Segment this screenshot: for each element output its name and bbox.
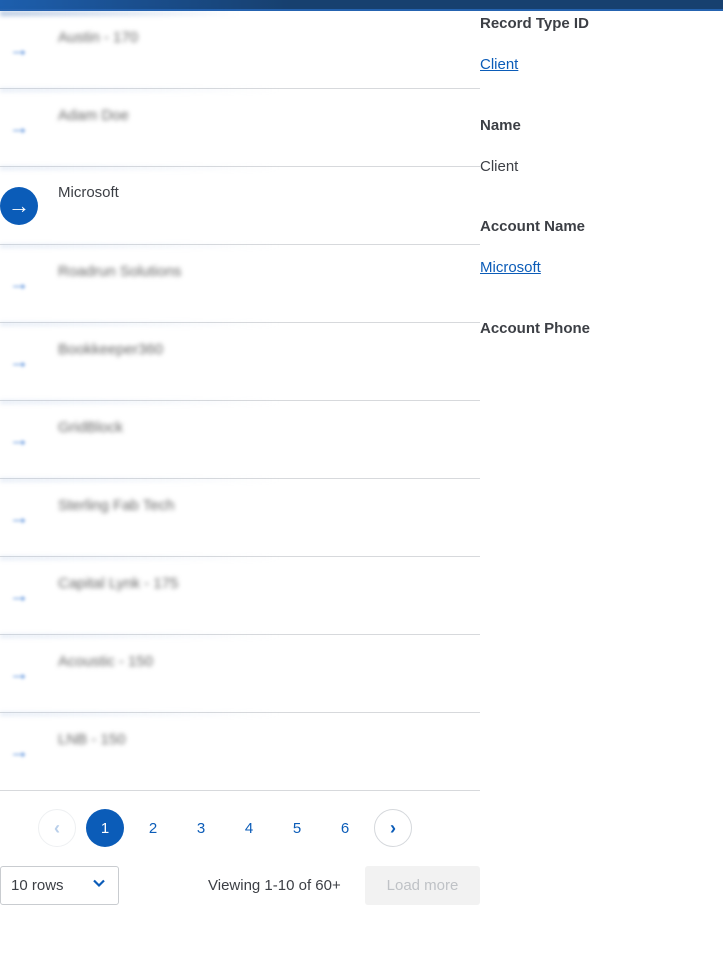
list-item[interactable]: → Roadrun Solutions <box>0 245 480 326</box>
account-name-link[interactable]: Microsoft <box>480 259 541 276</box>
rows-per-page-select[interactable]: 10 rows <box>0 866 119 905</box>
page-button-3[interactable]: 3 <box>182 809 220 847</box>
rows-per-page-value: 10 rows <box>11 877 64 894</box>
page-button-2[interactable]: 2 <box>134 809 172 847</box>
list-item-name: Adam Doe <box>58 107 129 124</box>
field-label-account-name: Account Name <box>480 218 586 235</box>
arrow-right-icon[interactable]: → <box>8 117 30 139</box>
field-label-account-phone: Account Phone <box>480 320 591 337</box>
chevron-right-icon: › <box>390 817 396 838</box>
arrow-right-icon[interactable]: → <box>8 507 30 529</box>
arrow-right-icon[interactable]: → <box>8 273 30 295</box>
field-label-name: Name <box>480 117 521 134</box>
record-type-id-link[interactable]: Client <box>480 56 518 73</box>
list-item[interactable]: → GridBlock <box>0 401 480 482</box>
pagination: ‹ 1 2 3 4 5 6 › <box>38 809 422 847</box>
list-item[interactable]: → Acoustic - 150 <box>0 635 480 716</box>
arrow-right-icon[interactable]: → <box>8 585 30 607</box>
arrow-right-icon[interactable]: → <box>8 429 30 451</box>
arrow-right-icon[interactable]: → <box>8 663 30 685</box>
list-item-name: Capital Lynk - 175 <box>58 575 179 592</box>
list-item-name: Acoustic - 150 <box>58 653 154 670</box>
page-button-6[interactable]: 6 <box>326 809 364 847</box>
top-header-bar <box>0 0 723 11</box>
load-more-button[interactable]: Load more <box>365 866 480 905</box>
arrow-right-icon[interactable]: → <box>8 741 30 763</box>
record-list: → Austin - 170 → Adam Doe → Microsoft → … <box>0 11 480 791</box>
list-item[interactable]: → Austin - 170 <box>0 11 480 92</box>
chevron-down-icon <box>92 876 106 893</box>
arrow-right-icon[interactable]: → <box>8 39 30 61</box>
arrow-right-icon[interactable]: → <box>8 351 30 373</box>
chevron-left-icon: ‹ <box>54 817 60 838</box>
page-button-5[interactable]: 5 <box>278 809 316 847</box>
list-item[interactable]: → LNB - 150 <box>0 713 480 791</box>
list-item[interactable]: → Capital Lynk - 175 <box>0 557 480 638</box>
page-button-4[interactable]: 4 <box>230 809 268 847</box>
viewing-count-text: Viewing 1-10 of 60+ <box>208 877 341 894</box>
list-item[interactable]: → Bookkeeper360 <box>0 323 480 404</box>
prev-page-button[interactable]: ‹ <box>38 809 76 847</box>
list-item[interactable]: → Adam Doe <box>0 89 480 170</box>
list-item-name: Sterling Fab Tech <box>58 497 175 514</box>
list-item-name: LNB - 150 <box>58 731 126 748</box>
list-item-name: Roadrun Solutions <box>58 263 182 280</box>
list-item-selected[interactable]: → Microsoft <box>0 167 480 248</box>
list-item-name: GridBlock <box>58 419 124 436</box>
next-page-button[interactable]: › <box>374 809 412 847</box>
arrow-right-icon[interactable]: → <box>0 187 38 225</box>
page-button-1[interactable]: 1 <box>86 809 124 847</box>
field-label-record-type-id: Record Type ID <box>480 15 589 32</box>
list-item[interactable]: → Sterling Fab Tech <box>0 479 480 560</box>
list-item-name: Bookkeeper360 <box>58 341 164 358</box>
list-item-name: Austin - 170 <box>58 29 139 46</box>
name-value: Client <box>480 158 519 175</box>
list-item-name: Microsoft <box>58 184 119 201</box>
